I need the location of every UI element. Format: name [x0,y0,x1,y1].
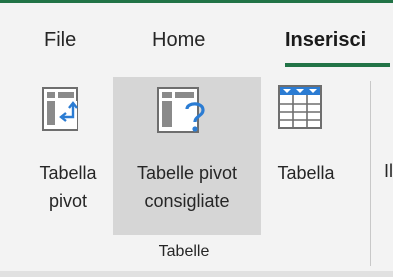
recommended-label-line2: consigliate [144,191,230,211]
pivot-label-line2: pivot [48,191,88,211]
recommended-pivot-tables-button[interactable]: Tabelle pivot consigliate [113,77,261,235]
recommended-label-line1: Tabelle pivot [136,163,238,183]
pivot-label-line1: Tabella [39,163,97,183]
tab-home[interactable]: Home [152,29,205,52]
group-label-tabelle: Tabelle [158,243,210,260]
ribbon-bottom-border [0,271,393,277]
ribbon-panel: Tabella pivot Tabelle pivot consigliate [0,71,393,271]
tab-inserisci[interactable]: Inserisci [285,29,366,52]
pivot-table-button[interactable]: Tabella pivot [26,79,110,249]
active-tab-indicator [285,63,390,67]
tab-file[interactable]: File [44,29,76,52]
table-icon [278,85,322,129]
ribbon-tabs: File Home Inserisci [0,3,393,71]
pivot-table-icon [42,87,78,131]
table-button[interactable]: Tabella [264,79,348,249]
group-separator [370,81,371,266]
next-command-partial-label[interactable]: Il [384,161,393,182]
table-label: Tabella [277,163,335,183]
recommended-pivot-icon [157,87,205,133]
